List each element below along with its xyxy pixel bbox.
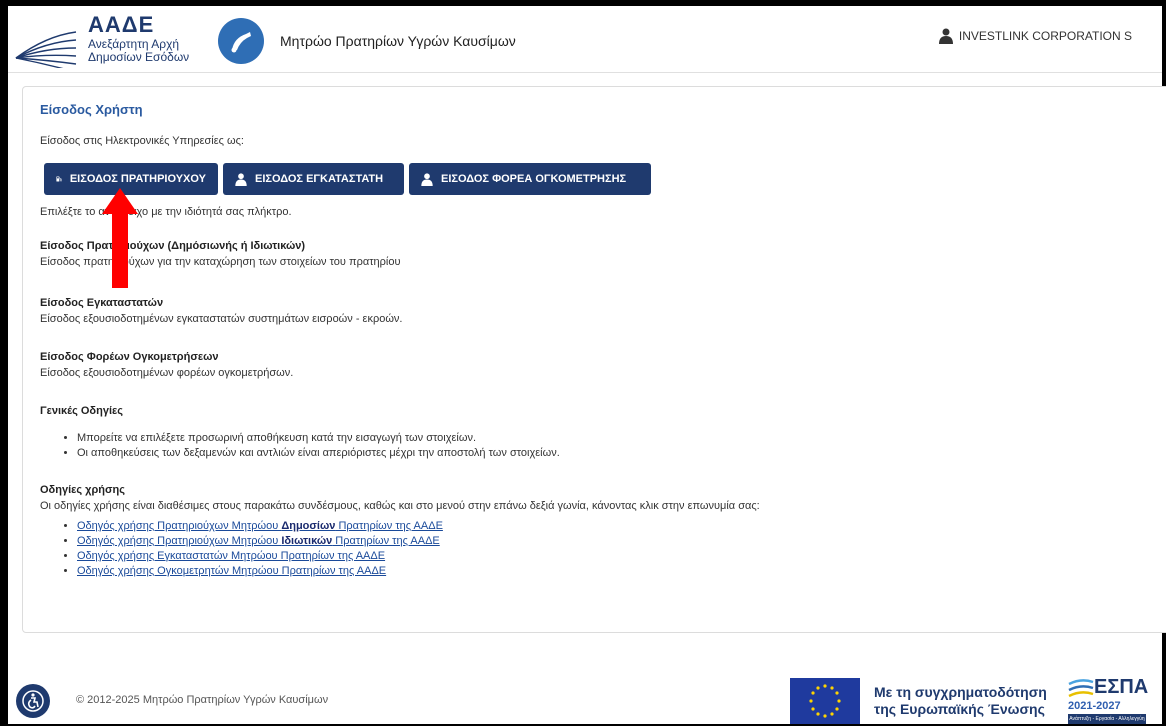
info-owners-text: Είσοδος πρατηριούχων για την καταχώρηση … bbox=[40, 256, 401, 268]
link-bold-text: Δημοσίων bbox=[281, 520, 336, 532]
logo-subtitle: Ανεξάρτητη Αρχή Δημοσίων Εσόδων bbox=[88, 38, 189, 64]
logo-subtitle-line2: Δημοσίων Εσόδων bbox=[88, 50, 190, 64]
installer-login-button[interactable]: ΕΙΣΟΔΟΣ ΕΓΚΑΤΑΣΤΑΤΗ bbox=[223, 163, 404, 195]
user-icon bbox=[235, 172, 247, 186]
espa-wave-icon bbox=[1068, 679, 1094, 698]
owner-login-label: ΕΙΣΟΔΟΣ ΠΡΑΤΗΡΙΟΥΧΟΥ bbox=[69, 173, 206, 185]
header: ΑΑΔΕ Ανεξάρτητη Αρχή Δημοσίων Εσόδων Μητ… bbox=[8, 6, 1162, 73]
info-metering: Είσοδος Φορέων Ογκομετρήσεων Είσοδος εξο… bbox=[40, 351, 293, 379]
espa-logo: ΕΣΠΑ 2021-2027 Ανάπτυξη - Εργασία - Αλλη… bbox=[1068, 676, 1148, 724]
espa-title: ΕΣΠΑ bbox=[1094, 676, 1149, 698]
cofunding-line2: της Ευρωπαϊκής Ένωσης bbox=[874, 701, 1045, 717]
cofunding-line1: Με τη συγχρηματοδότηση bbox=[874, 684, 1047, 700]
info-metering-text: Είσοδος εξουσιοδοτημένων φορέων ογκομετρ… bbox=[40, 367, 294, 379]
list-item: Οδηγός χρήσης Πρατηριούχων Μητρώου Ιδιωτ… bbox=[77, 535, 443, 547]
link-bold-text: Ιδιωτικών bbox=[281, 535, 333, 547]
login-panel: Είσοδος Χρήστη Είσοδος στις Ηλεκτρονικές… bbox=[22, 86, 1166, 633]
frame-left bbox=[0, 0, 8, 726]
cofunding-text: Με τη συγχρηματοδότηση της Ευρωπαϊκής Έν… bbox=[874, 684, 1047, 718]
user-icon bbox=[938, 28, 953, 44]
copyright-text: © 2012-2025 Μητρώο Πρατηρίων Υγρών Καυσί… bbox=[76, 694, 329, 706]
link-text: Οδηγός χρήσης Πρατηριούχων Μητρώου bbox=[77, 535, 282, 547]
list-item: Οδηγός χρήσης Εγκαταστατών Μητρώου Πρατη… bbox=[77, 550, 443, 562]
link-private-owners-guide[interactable]: Οδηγός χρήσης Πρατηριούχων Μητρώου Ιδιωτ… bbox=[77, 535, 440, 547]
usage-instructions: Οδηγίες χρήσης Οι οδηγίες χρήσης είναι δ… bbox=[40, 484, 760, 512]
accessibility-icon bbox=[22, 690, 44, 712]
info-installers-text: Είσοδος εξουσιοδοτημένων εγκαταστατών συ… bbox=[40, 313, 403, 325]
link-text: Πρατηρίων της ΑΑΔΕ bbox=[332, 535, 440, 547]
general-instructions-heading: Γενικές Οδηγίες bbox=[40, 405, 123, 421]
aade-logo-icon bbox=[15, 31, 77, 68]
link-text: Πρατηρίων της ΑΑΔΕ bbox=[335, 520, 443, 532]
info-metering-heading: Είσοδος Φορέων Ογκομετρήσεων bbox=[40, 351, 219, 363]
fuel-nozzle-icon bbox=[231, 32, 251, 53]
espa-years: 2021-2027 bbox=[1068, 700, 1121, 712]
app-title: Μητρώο Πρατηρίων Υγρών Καυσίμων bbox=[280, 33, 516, 49]
user-menu[interactable]: INVESTLINK CORPORATION S bbox=[938, 28, 1132, 44]
user-icon bbox=[421, 172, 433, 186]
general-heading-text: Γενικές Οδηγίες bbox=[40, 405, 123, 417]
footer: © 2012-2025 Μητρώο Πρατηρίων Υγρών Καυσί… bbox=[8, 676, 1162, 724]
general-instructions-list: Μπορείτε να επιλέξετε προσωρινή αποθήκευ… bbox=[63, 429, 560, 462]
user-name: INVESTLINK CORPORATION S bbox=[958, 29, 1132, 43]
eu-flag-icon bbox=[790, 678, 860, 724]
metering-login-button[interactable]: ΕΙΣΟΔΟΣ ΦΟΡΕΑ ΟΓΚΟΜΕΤΡΗΣΗΣ bbox=[409, 163, 651, 195]
list-item: Οδηγός χρήσης Ογκομετρητών Μητρώου Πρατη… bbox=[77, 565, 443, 577]
link-public-owners-guide[interactable]: Οδηγός χρήσης Πρατηριούχων Μητρώου Δημοσ… bbox=[77, 520, 443, 532]
choose-hint: Επιλέξτε το αντίστοιχο με την ιδιότητά σ… bbox=[40, 206, 292, 218]
metering-login-label: ΕΙΣΟΔΟΣ ΦΟΡΕΑ ΟΓΚΟΜΕΤΡΗΣΗΣ bbox=[441, 173, 627, 185]
info-owners: Είσοδος Πρατηριούχων (Δημόσιωνής ή Ιδιωτ… bbox=[40, 240, 401, 268]
espa-tagline: Ανάπτυξη - Εργασία - Αλληλεγγύη bbox=[1068, 714, 1146, 724]
logo-title: ΑΑΔΕ bbox=[88, 12, 155, 37]
fuel-nozzle-logo bbox=[218, 18, 264, 64]
red-arrow-annotation bbox=[102, 188, 138, 288]
link-metering-guide[interactable]: Οδηγός χρήσης Ογκομετρητών Μητρώου Πρατη… bbox=[77, 565, 386, 577]
link-installers-guide[interactable]: Οδηγός χρήσης Εγκαταστατών Μητρώου Πρατη… bbox=[77, 550, 385, 562]
list-item: Οδηγός χρήσης Πρατηριούχων Μητρώου Δημοσ… bbox=[77, 520, 443, 532]
intro-text: Είσοδος στις Ηλεκτρονικές Υπηρεσίες ως: bbox=[40, 135, 244, 147]
info-installers: Είσοδος Εγκαταστατών Είσοδος εξουσιοδοτη… bbox=[40, 297, 402, 325]
installer-login-label: ΕΙΣΟΔΟΣ ΕΓΚΑΤΑΣΤΑΤΗ bbox=[255, 173, 384, 185]
list-item: Μπορείτε να επιλέξετε προσωρινή αποθήκευ… bbox=[77, 432, 560, 444]
info-owners-heading: Είσοδος Πρατηριούχων (Δημόσιωνής ή Ιδιωτ… bbox=[40, 240, 306, 252]
fuel-pump-icon bbox=[56, 176, 62, 182]
usage-text: Οι οδηγίες χρήσης είναι διαθέσιμες στους… bbox=[40, 500, 760, 512]
link-text: Οδηγός χρήσης Πρατηριούχων Μητρώου bbox=[77, 520, 282, 532]
aade-logo[interactable]: ΑΑΔΕ Ανεξάρτητη Αρχή Δημοσίων Εσόδων bbox=[14, 10, 214, 68]
accessibility-button[interactable] bbox=[16, 684, 50, 718]
usage-heading: Οδηγίες χρήσης bbox=[40, 484, 125, 496]
usage-links-list: Οδηγός χρήσης Πρατηριούχων Μητρώου Δημοσ… bbox=[63, 517, 443, 580]
info-installers-heading: Είσοδος Εγκαταστατών bbox=[40, 297, 164, 309]
section-title: Είσοδος Χρήστη bbox=[40, 102, 143, 117]
list-item: Οι αποθηκεύσεις των δεξαμενών και αντλιώ… bbox=[77, 447, 560, 459]
